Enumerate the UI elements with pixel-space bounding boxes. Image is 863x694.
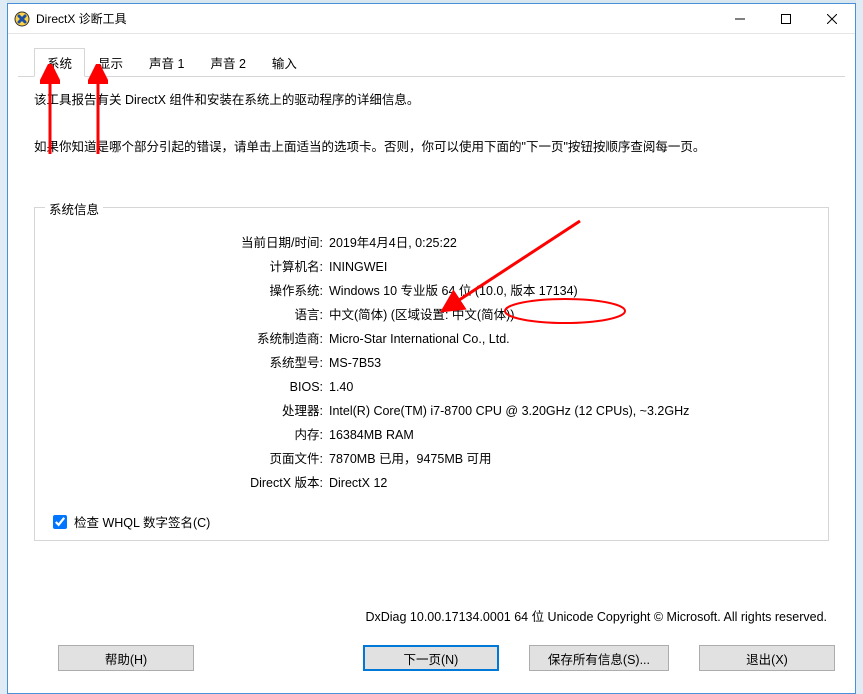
intro-text: 该工具报告有关 DirectX 组件和安装在系统上的驱动程序的详细信息。 如果你… [34,91,831,177]
value-manufacturer: Micro-Star International Co., Ltd. [329,328,814,350]
row-pagefile: 页面文件: 7870MB 已用，9475MB 可用 [49,448,814,470]
row-computer: 计算机名: ININGWEI [49,256,814,278]
row-processor: 处理器: Intel(R) Core(TM) i7-8700 CPU @ 3.2… [49,400,814,422]
intro-line-1: 该工具报告有关 DirectX 组件和安装在系统上的驱动程序的详细信息。 [34,91,831,110]
next-button[interactable]: 下一页(N) [363,645,499,671]
tab-input[interactable]: 输入 [259,48,310,76]
exit-button[interactable]: 退出(X) [699,645,835,671]
dxdiag-window: DirectX 诊断工具 系统 显示 声音 1 声音 2 输入 [7,3,856,694]
label-datetime: 当前日期/时间: [49,232,329,254]
label-memory: 内存: [49,424,329,446]
row-os: 操作系统: Windows 10 专业版 64 位 (10.0, 版本 1713… [49,280,814,302]
help-button[interactable]: 帮助(H) [58,645,194,671]
intro-line-2: 如果你知道是哪个部分引起的错误，请单击上面适当的选项卡。否则，你可以使用下面的"… [34,138,831,157]
value-memory: 16384MB RAM [329,424,814,446]
row-dxver: DirectX 版本: DirectX 12 [49,472,814,494]
tab-sound-1[interactable]: 声音 1 [136,48,197,76]
system-info-table: 当前日期/时间: 2019年4月4日, 0:25:22 计算机名: ININGW… [49,232,814,494]
label-manufacturer: 系统制造商: [49,328,329,350]
value-language: 中文(简体) (区域设置: 中文(简体)) [329,304,814,326]
label-processor: 处理器: [49,400,329,422]
label-os: 操作系统: [49,280,329,302]
whql-label: 检查 WHQL 数字签名(C) [74,512,210,531]
value-bios: 1.40 [329,376,814,398]
value-computer: ININGWEI [329,256,814,278]
value-dxver: DirectX 12 [329,472,814,494]
tab-system[interactable]: 系统 [34,48,85,77]
titlebar[interactable]: DirectX 诊断工具 [8,4,855,34]
value-model: MS-7B53 [329,352,814,374]
row-datetime: 当前日期/时间: 2019年4月4日, 0:25:22 [49,232,814,254]
label-bios: BIOS: [49,376,329,398]
tab-sound-2[interactable]: 声音 2 [197,48,258,76]
row-manufacturer: 系统制造商: Micro-Star International Co., Ltd… [49,328,814,350]
system-info-group: 系统信息 当前日期/时间: 2019年4月4日, 0:25:22 计算机名: I… [34,207,829,541]
close-button[interactable] [809,4,855,34]
whql-checkbox[interactable] [53,515,67,529]
minimize-button[interactable] [717,4,763,34]
dxdiag-icon [14,11,30,27]
value-os: Windows 10 专业版 64 位 (10.0, 版本 17134) [329,280,814,302]
label-dxver: DirectX 版本: [49,472,329,494]
button-row: 帮助(H) 下一页(N) 保存所有信息(S)... 退出(X) [18,633,845,683]
value-datetime: 2019年4月4日, 0:25:22 [329,232,814,254]
tab-display[interactable]: 显示 [85,48,136,76]
row-model: 系统型号: MS-7B53 [49,352,814,374]
save-button[interactable]: 保存所有信息(S)... [529,645,669,671]
label-pagefile: 页面文件: [49,448,329,470]
group-legend: 系统信息 [45,199,103,218]
value-pagefile: 7870MB 已用，9475MB 可用 [329,448,814,470]
row-memory: 内存: 16384MB RAM [49,424,814,446]
row-language: 语言: 中文(简体) (区域设置: 中文(简体)) [49,304,814,326]
row-bios: BIOS: 1.40 [49,376,814,398]
tab-content-system: 该工具报告有关 DirectX 组件和安装在系统上的驱动程序的详细信息。 如果你… [18,77,845,633]
label-language: 语言: [49,304,329,326]
label-model: 系统型号: [49,352,329,374]
maximize-button[interactable] [763,4,809,34]
copyright-text: DxDiag 10.00.17134.0001 64 位 Unicode Cop… [32,600,831,625]
whql-checkbox-row: 检查 WHQL 数字签名(C) [49,512,814,532]
client-area: 系统 显示 声音 1 声音 2 输入 该工具报告有关 DirectX 组件和安装… [8,34,855,693]
label-computer: 计算机名: [49,256,329,278]
value-processor: Intel(R) Core(TM) i7-8700 CPU @ 3.20GHz … [329,400,814,422]
tab-bar: 系统 显示 声音 1 声音 2 输入 [18,52,845,77]
background-strip-right [856,0,863,694]
background-strip-left [0,0,7,694]
window-title: DirectX 诊断工具 [36,10,127,27]
